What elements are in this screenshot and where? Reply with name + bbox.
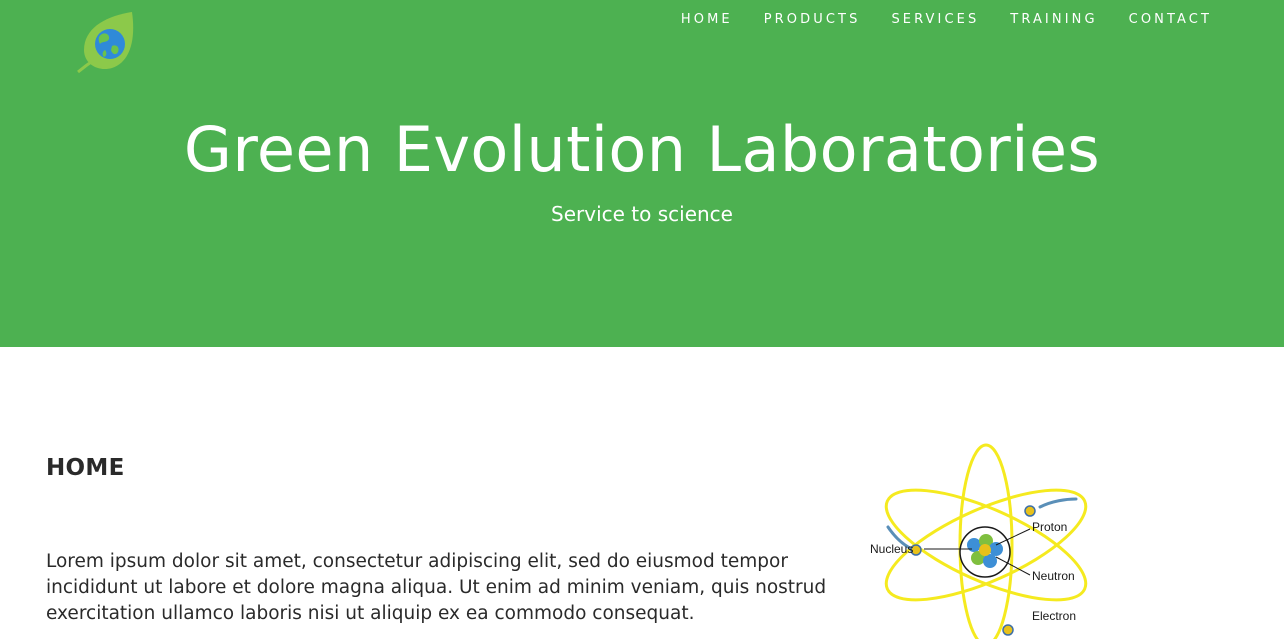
nav-contact-link[interactable]: CONTACT (1098, 12, 1212, 28)
electron-dot (1002, 624, 1014, 636)
section-heading: HOME (46, 455, 125, 481)
nav-home-link[interactable]: HOME (681, 12, 733, 28)
label-nucleus: Nucleus (870, 542, 913, 556)
site-title: Green Evolution Laboratories (183, 113, 1101, 186)
atom-diagram-image: Nucleus Proton Neutron Electron (870, 443, 1088, 639)
site-subtitle: Service to science (551, 202, 733, 226)
leaf-globe-logo-icon[interactable] (76, 10, 136, 76)
nav-services-link[interactable]: SERVICES (860, 12, 979, 28)
label-neutron: Neutron (1032, 569, 1075, 583)
section-paragraph: Lorem ipsum dolor sit amet, consectetur … (46, 551, 827, 624)
label-electron: Electron (1032, 609, 1076, 623)
label-proton: Proton (1032, 520, 1067, 534)
nav-products-link[interactable]: PRODUCTS (733, 12, 861, 28)
main-nav: HOME PRODUCTS SERVICES TRAINING CONTACT (681, 12, 1212, 28)
electron-dot (1024, 505, 1036, 517)
hero-header: HOME PRODUCTS SERVICES TRAINING CONTACT … (0, 0, 1284, 347)
main-content: HOME Lorem ipsum dolor sit amet, consect… (0, 347, 1284, 639)
nav-training-link[interactable]: TRAINING (979, 12, 1097, 28)
